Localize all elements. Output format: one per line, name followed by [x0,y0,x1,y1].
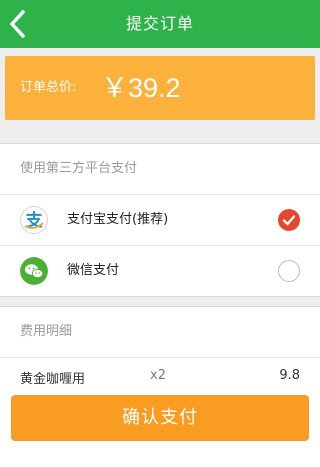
wechat-radio-unchecked[interactable] [278,260,300,282]
header-bar: 提交订单 [0,0,320,48]
checkmark-icon [282,215,296,226]
fee-details-section: 费用明细 黄金咖喱用 x2 9.8 [0,306,320,468]
payment-option-alipay[interactable]: 支 支付宝支付(推荐) [0,195,320,245]
wechat-icon [20,257,48,285]
fee-item-qty: x2 [150,368,166,383]
payment-option-wechat[interactable]: 微信支付 [0,245,320,296]
order-total-label: 订单总价: [20,80,77,95]
fee-item-row: 黄金咖喱用 x2 9.8 [0,357,320,387]
fee-item-price: 9.8 [279,368,300,383]
alipay-icon: 支 [20,206,48,234]
third-party-payment-section: 使用第三方平台支付 支 支付宝支付(推荐) 微信支付 [0,143,320,297]
fee-item-name: 黄金咖喱用 [20,372,86,387]
order-total-card: 订单总价: ￥39.2 [5,56,315,120]
confirm-payment-button[interactable]: 确认支付 [11,395,309,441]
third-party-section-title: 使用第三方平台支付 [0,144,320,195]
alipay-label: 支付宝支付(推荐) [67,212,169,227]
alipay-radio-checked[interactable] [278,209,300,231]
wechat-label: 微信支付 [67,263,120,278]
fee-details-section-title: 费用明细 [20,324,73,339]
page-title: 提交订单 [125,14,194,33]
order-total-value: ￥39.2 [101,73,181,103]
